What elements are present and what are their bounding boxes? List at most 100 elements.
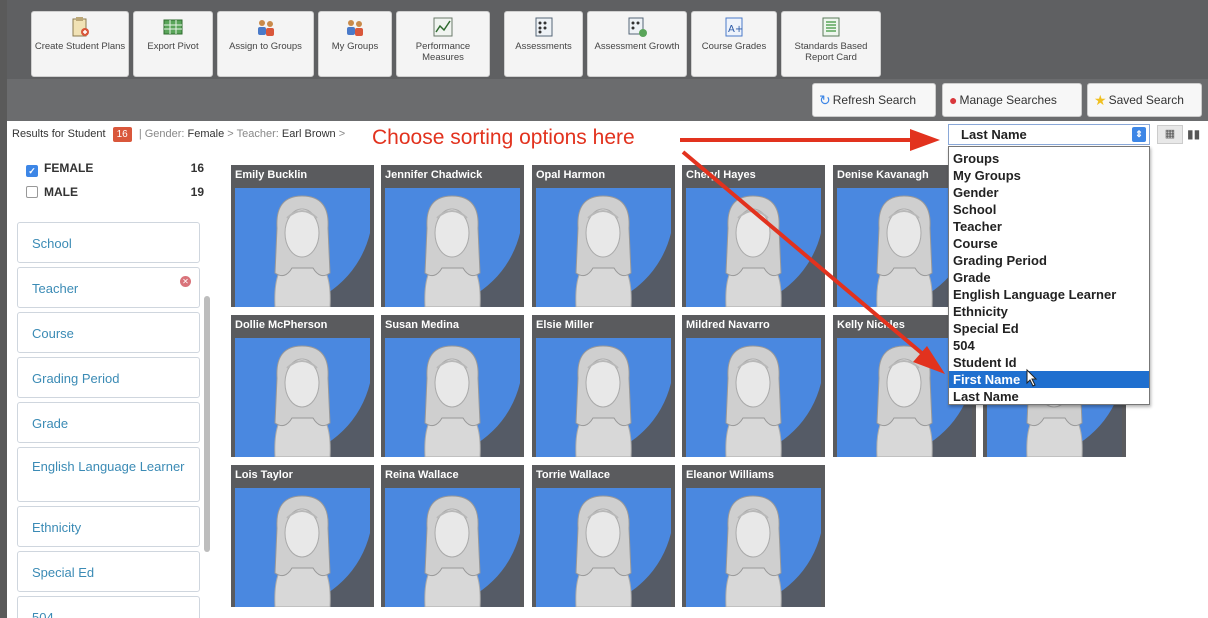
facet-504[interactable]: 504 [17,596,200,618]
export-pivot-button[interactable]: Export Pivot [133,11,213,77]
refresh-search-button[interactable]: ↻ Refresh Search [812,83,936,117]
sort-options-dropdown: Groups My Groups Gender School Teacher Course… [948,146,1150,405]
crumb-teacher-value[interactable]: Earl Brown [282,128,336,140]
avatar-placeholder-icon [536,338,671,457]
toolbar-button-label: Standards Based Report Card [794,41,868,63]
filter-male-checkbox[interactable]: MALE 19 [26,185,206,203]
avatar-placeholder-icon [235,488,370,607]
facet-ethnicity[interactable]: Ethnicity [17,506,200,547]
student-card[interactable]: Torrie Wallace [532,465,675,607]
results-count-badge: 16 [112,127,132,142]
results-summary: Results for Student 16 | Gender: Female … [12,127,345,147]
facet-label: Special Ed [32,565,95,580]
grade-a-plus-icon: A+ [725,17,743,37]
toolbar-button-label: Assign to Groups [229,41,302,52]
sort-selected-value: Last Name [961,127,1027,142]
clipboard-plus-icon [72,17,89,37]
sort-option[interactable]: Teacher [949,218,1149,235]
student-name: Lois Taylor [235,469,293,481]
assessments-button[interactable]: Assessments [504,11,583,77]
breadcrumb: | Gender: Female > Teacher: Earl Brown > [138,128,346,140]
crumb-teacher-key: Teacher: [236,128,279,140]
facet-grading-period[interactable]: Grading Period [17,357,200,398]
avatar-placeholder-icon [385,338,520,457]
assessment-growth-button[interactable]: Assessment Growth [587,11,687,77]
student-name: Reina Wallace [385,469,459,481]
student-card[interactable]: Mildred Navarro [682,315,825,457]
performance-measures-button[interactable]: Performance Measures [396,11,490,77]
facet-label: School [32,236,72,251]
sort-option[interactable]: Gender [949,184,1149,201]
sort-option[interactable]: Special Ed [949,320,1149,337]
arrowhead-icon [910,129,940,151]
checkbox-unchecked[interactable] [26,186,38,198]
people-group-icon [257,20,274,36]
list-view-icon[interactable]: ▮▮ [1187,125,1208,144]
student-card[interactable]: Lois Taylor [231,465,374,607]
window-edge [0,0,7,618]
checklist-icon [535,17,552,37]
line-chart-icon [433,17,453,37]
course-grades-button[interactable]: A+ Course Grades [691,11,777,77]
sort-option[interactable]: 504 [949,337,1149,354]
create-student-plans-button[interactable]: Create Student Plans [31,11,129,77]
student-name: Cheryl Hayes [686,169,756,181]
student-card[interactable]: Emily Bucklin [231,165,374,307]
sort-option[interactable]: Course [949,235,1149,252]
student-card[interactable]: Jennifer Chadwick [381,165,524,307]
crumb-gender-value[interactable]: Female [188,128,225,140]
sort-option[interactable]: Groups [949,150,1149,167]
facet-label: Teacher [32,281,79,296]
sort-option[interactable]: First Name [949,371,1149,388]
facet-label: Course [32,326,74,341]
sort-select[interactable]: Last Name ⇕ [948,124,1150,145]
toolbar-button-label: Export Pivot [147,41,199,52]
student-name: Emily Bucklin [235,169,308,181]
saved-search-label: Saved Search [1108,93,1184,107]
search-action-bar: ↻ Refresh Search ● Manage Searches ★ Saved … [7,79,1208,121]
filter-sidebar: ✓ FEMALE 16 MALE 19 School Teacher ✕ Cours… [12,155,212,618]
sort-option[interactable]: Grading Period [949,252,1149,269]
sort-option[interactable]: My Groups [949,167,1149,184]
student-card[interactable]: Opal Harmon [532,165,675,307]
saved-search-button[interactable]: ★ Saved Search [1087,83,1202,117]
student-card[interactable]: Cheryl Hayes [682,165,825,307]
student-card[interactable]: Eleanor Williams [682,465,825,607]
my-groups-button[interactable]: My Groups [318,11,392,77]
facet-special-ed[interactable]: Special Ed [17,551,200,592]
standards-report-card-button[interactable]: Standards Based Report Card [781,11,881,77]
student-name: Denise Kavanagh [837,169,929,181]
crumb-gender-key: Gender: [144,128,185,140]
facet-school[interactable]: School [17,222,200,263]
student-card[interactable]: Susan Medina [381,315,524,457]
facet-teacher[interactable]: Teacher ✕ [17,267,200,308]
crumb-separator: > [227,128,234,140]
facet-grade[interactable]: Grade [17,402,200,443]
sort-option[interactable]: Last Name [949,388,1149,405]
facet-course[interactable]: Course [17,312,200,353]
facet-label: Grading Period [32,371,120,386]
toolbar-button-label: Assessments [515,41,572,52]
chevron-updown-icon: ⇕ [1132,127,1146,142]
grid-view-icon[interactable]: ▦ [1157,125,1183,144]
sort-option[interactable]: School [949,201,1149,218]
avatar-placeholder-icon [686,488,821,607]
avatar-placeholder-icon [686,338,821,457]
facet-english-language-learner[interactable]: English Language Learner [17,447,200,502]
assign-to-groups-button[interactable]: Assign to Groups [217,11,314,77]
sort-option[interactable]: Student Id [949,354,1149,371]
manage-searches-button[interactable]: ● Manage Searches [942,83,1082,117]
remove-filter-icon[interactable]: ✕ [180,276,191,287]
checkbox-checked[interactable]: ✓ [26,165,38,177]
sort-option[interactable]: Ethnicity [949,303,1149,320]
plus-circle-icon: ● [949,92,958,108]
student-name: Susan Medina [385,319,459,331]
student-card[interactable]: Elsie Miller [532,315,675,457]
sidebar-scrollbar[interactable] [204,296,210,552]
filter-female-checkbox[interactable]: ✓ FEMALE 16 [26,161,206,179]
student-name: Torrie Wallace [536,469,610,481]
student-card[interactable]: Reina Wallace [381,465,524,607]
student-card[interactable]: Dollie McPherson [231,315,374,457]
sort-option[interactable]: English Language Learner [949,286,1149,303]
sort-option[interactable]: Grade [949,269,1149,286]
